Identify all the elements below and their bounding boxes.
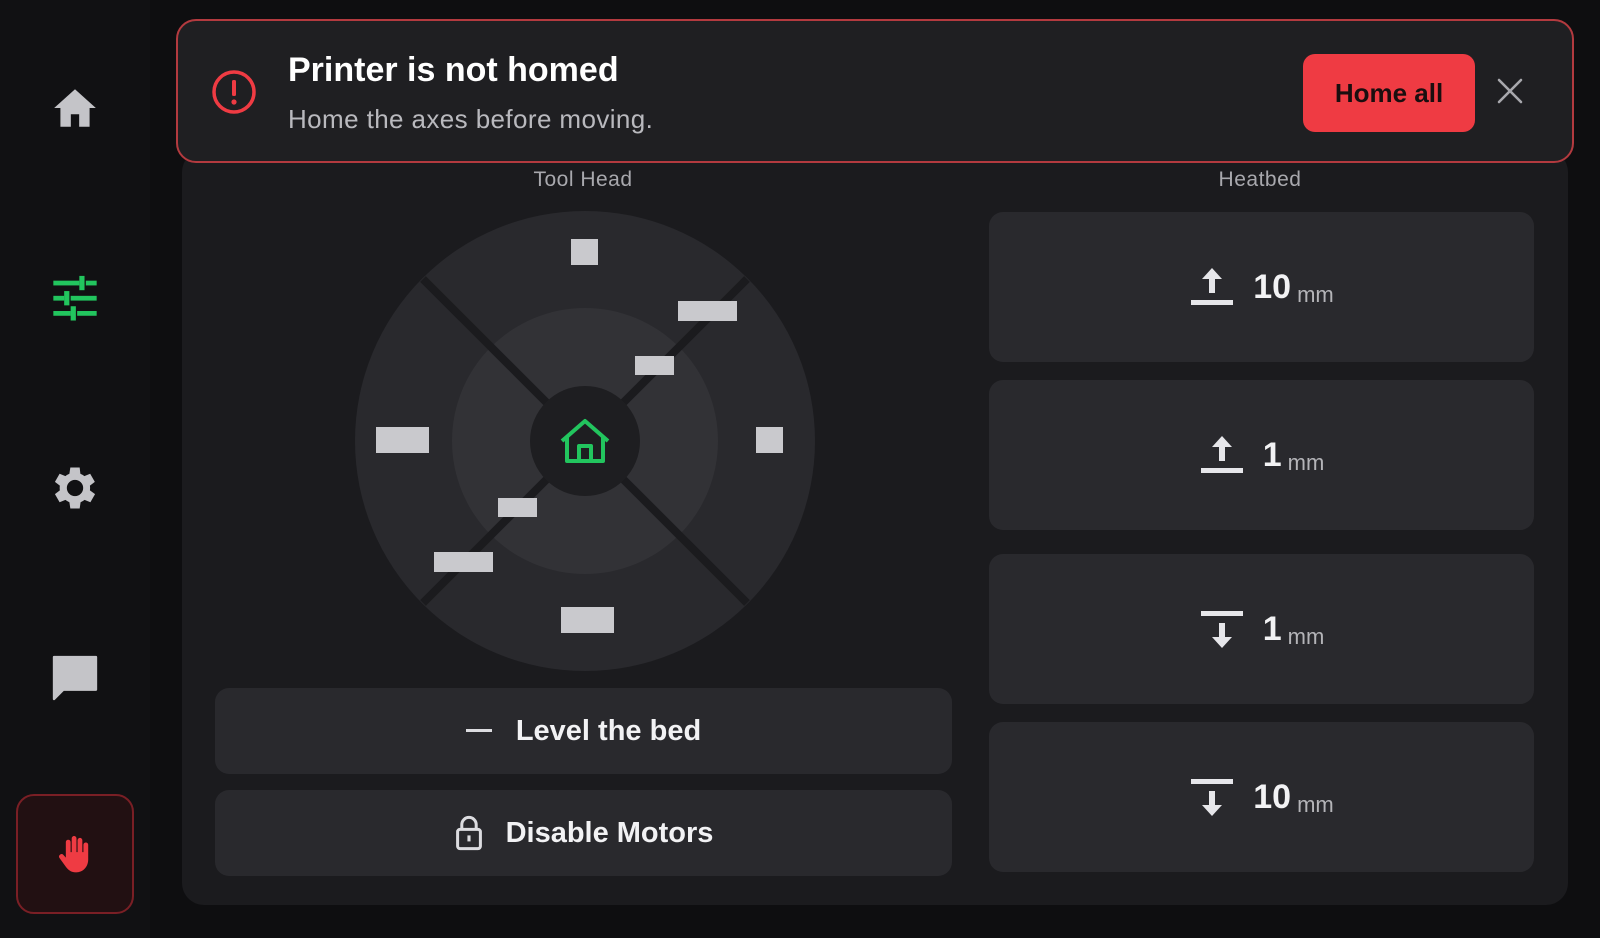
nav-console[interactable] xyxy=(16,618,134,738)
arrow-down-bar-icon xyxy=(1200,611,1243,648)
toolhead-label: Tool Head xyxy=(533,168,633,191)
disable-motors-label: Disable Motors xyxy=(505,816,714,849)
nav-controls[interactable] xyxy=(16,238,134,358)
hand-stop-icon xyxy=(59,836,89,873)
level-bed-button[interactable]: Level the bed xyxy=(215,688,952,774)
home-xy-button[interactable] xyxy=(530,386,640,496)
z-unit: mm xyxy=(1297,791,1334,817)
bed-up-1-button[interactable]: 1 mm xyxy=(989,380,1534,530)
not-homed-alert: Printer is not homed Home the axes befor… xyxy=(176,19,1574,163)
jog-y-plus[interactable] xyxy=(571,239,598,265)
toolhead-jog-dial[interactable] xyxy=(355,211,815,671)
jog-x-minus[interactable] xyxy=(376,427,429,453)
bed-up-10-button[interactable]: 10 mm xyxy=(989,212,1534,362)
jog-z-minus-near[interactable] xyxy=(498,498,537,517)
arrow-up-bar-icon xyxy=(1200,436,1243,473)
arrow-up-bar-icon xyxy=(1191,268,1234,305)
jog-z-plus-near[interactable] xyxy=(635,356,674,375)
home-all-button[interactable]: Home all xyxy=(1303,54,1475,132)
bed-down-1-button[interactable]: 1 mm xyxy=(989,554,1534,704)
z-unit: mm xyxy=(1297,281,1334,307)
home-icon xyxy=(54,89,96,127)
alert-circle-icon xyxy=(212,70,256,114)
z-value: 10 xyxy=(1253,267,1292,306)
emergency-stop-button[interactable] xyxy=(16,794,134,914)
jog-z-plus-far[interactable] xyxy=(678,301,737,321)
level-bed-label: Level the bed xyxy=(515,714,702,747)
alert-title: Printer is not homed xyxy=(288,51,619,89)
close-icon[interactable] xyxy=(1496,77,1524,105)
minus-icon xyxy=(465,729,492,732)
z-value: 1 xyxy=(1262,435,1282,474)
chat-icon xyxy=(52,655,98,701)
z-unit: mm xyxy=(1287,623,1325,649)
jog-y-minus[interactable] xyxy=(561,607,614,633)
jog-z-minus-far[interactable] xyxy=(434,552,493,572)
z-unit: mm xyxy=(1287,449,1325,475)
sidebar xyxy=(0,0,150,938)
gear-icon xyxy=(54,467,96,509)
disable-motors-button[interactable]: Disable Motors xyxy=(215,790,952,876)
jog-x-plus[interactable] xyxy=(756,427,783,453)
sliders-icon xyxy=(53,275,97,321)
nav-settings[interactable] xyxy=(16,428,134,548)
z-value: 10 xyxy=(1253,777,1292,816)
nav-home[interactable] xyxy=(16,48,134,168)
heatbed-label: Heatbed xyxy=(1218,168,1302,191)
arrow-down-bar-icon xyxy=(1191,779,1234,816)
z-value: 1 xyxy=(1262,609,1282,648)
bed-down-10-button[interactable]: 10 mm xyxy=(989,722,1534,872)
alert-message: Home the axes before moving. xyxy=(288,104,654,134)
lock-open-icon xyxy=(455,815,482,851)
